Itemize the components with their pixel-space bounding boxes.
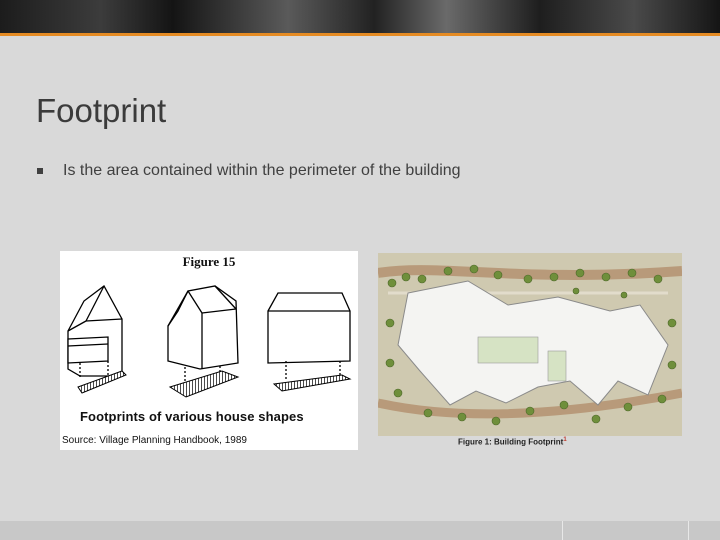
square-bullet-icon: [37, 168, 43, 174]
slide-title: Footprint: [36, 92, 167, 129]
site-plan-caption-text: Figure 1: Building Footprint: [458, 437, 564, 447]
site-plan-caption: Figure 1: Building Footprint1: [458, 437, 567, 447]
bullet-text: Is the area contained within the perimet…: [63, 162, 461, 179]
figure-source: Source: Village Planning Handbook, 1989: [62, 435, 247, 446]
site-plan-drawing: [378, 253, 682, 436]
footer-bar: [0, 521, 720, 540]
footer-divider: [688, 521, 689, 540]
site-plan-image: [378, 253, 682, 436]
header-banner-image: [0, 0, 720, 33]
footer-divider: [562, 521, 563, 540]
header-accent-line: [0, 33, 720, 36]
footnote-mark: 1: [563, 437, 567, 443]
figure-house-footprints: Figure 15 Footprints of various house sh…: [60, 251, 358, 450]
figure-caption: Footprints of various house shapes: [80, 409, 304, 424]
bullet-item: Is the area contained within the perimet…: [37, 162, 461, 180]
